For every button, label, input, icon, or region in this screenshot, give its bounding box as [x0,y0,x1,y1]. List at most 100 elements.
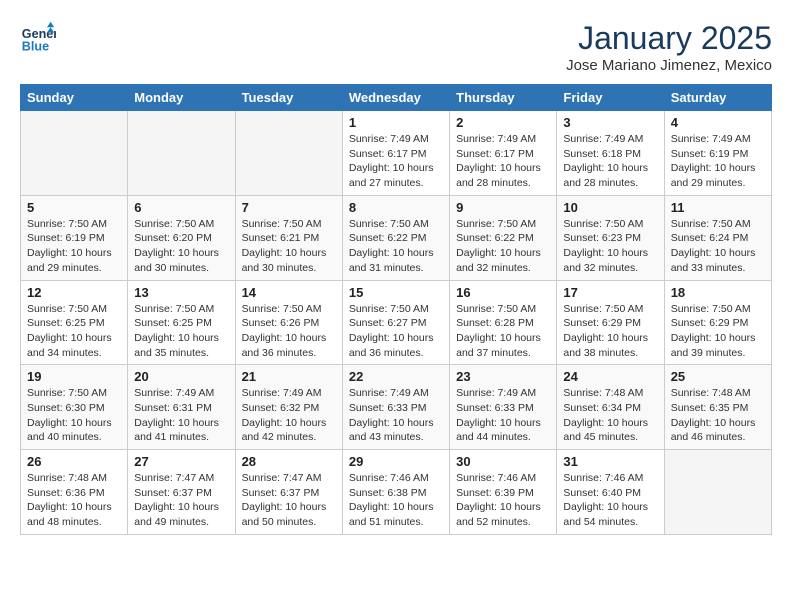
day-number: 29 [349,454,443,469]
day-number: 22 [349,369,443,384]
day-number: 2 [456,115,550,130]
page-header: General Blue January 2025 Jose Mariano J… [20,20,772,74]
day-cell: 14 Sunrise: 7:50 AM Sunset: 6:26 PM Dayli… [235,280,342,365]
day-number: 14 [242,285,336,300]
day-cell: 18Sunrise: 7:50 AM Sunset: 6:29 PM Dayli… [664,280,771,365]
day-info: Sunrise: 7:49 AM Sunset: 6:17 PM Dayligh… [349,132,443,191]
day-number: 25 [671,369,765,384]
day-info: Sunrise: 7:49 AM Sunset: 6:33 PM Dayligh… [456,386,550,445]
day-info: Sunrise: 7:50 AM Sunset: 6:28 PM Dayligh… [456,302,550,361]
day-number: 13 [134,285,228,300]
day-cell [128,111,235,196]
day-number: 28 [242,454,336,469]
day-cell: 6Sunrise: 7:50 AM Sunset: 6:20 PM Daylig… [128,195,235,280]
day-number: 10 [563,200,657,215]
day-info: Sunrise: 7:50 AM Sunset: 6:30 PM Dayligh… [27,386,121,445]
calendar-table: SundayMondayTuesdayWednesdayThursdayFrid… [20,84,772,535]
col-header-thursday: Thursday [450,85,557,111]
svg-text:Blue: Blue [22,40,49,54]
day-info: Sunrise: 7:49 AM Sunset: 6:17 PM Dayligh… [456,132,550,191]
day-cell: 16Sunrise: 7:50 AM Sunset: 6:28 PM Dayli… [450,280,557,365]
logo-icon: General Blue [20,20,56,56]
day-cell: 13 Sunrise: 7:50 AM Sunset: 6:25 PM Dayli… [128,280,235,365]
day-number: 6 [134,200,228,215]
day-info: Sunrise: 7:48 AM Sunset: 6:35 PM Dayligh… [671,386,765,445]
header-row: SundayMondayTuesdayWednesdayThursdayFrid… [21,85,772,111]
day-info: Sunrise: 7:49 AM Sunset: 6:19 PM Dayligh… [671,132,765,191]
day-cell: 7 Sunrise: 7:50 AM Sunset: 6:21 PM Daylig… [235,195,342,280]
day-info: Sunrise: 7:49 AM Sunset: 6:18 PM Dayligh… [563,132,657,191]
col-header-wednesday: Wednesday [342,85,449,111]
day-number: 4 [671,115,765,130]
title-block: January 2025 Jose Mariano Jimenez, Mexic… [566,20,772,74]
day-number: 19 [27,369,121,384]
day-info: Sunrise: 7:50 AM Sunset: 6:26 PM Dayligh… [242,302,336,361]
day-info: Sunrise: 7:47 AM Sunset: 6:37 PM Dayligh… [134,471,228,530]
day-info: Sunrise: 7:46 AM Sunset: 6:38 PM Dayligh… [349,471,443,530]
day-cell: 26 Sunrise: 7:48 AM Sunset: 6:36 PM Dayli… [21,450,128,535]
day-cell [235,111,342,196]
day-cell: 25 Sunrise: 7:48 AM Sunset: 6:35 PM Dayli… [664,365,771,450]
day-cell: 23 Sunrise: 7:49 AM Sunset: 6:33 PM Dayli… [450,365,557,450]
day-cell: 19 Sunrise: 7:50 AM Sunset: 6:30 PM Dayli… [21,365,128,450]
day-info: Sunrise: 7:49 AM Sunset: 6:31 PM Dayligh… [134,386,228,445]
day-number: 31 [563,454,657,469]
day-cell: 12 Sunrise: 7:50 AM Sunset: 6:25 PM Dayli… [21,280,128,365]
day-cell: 3Sunrise: 7:49 AM Sunset: 6:18 PM Daylig… [557,111,664,196]
day-number: 26 [27,454,121,469]
day-info: Sunrise: 7:50 AM Sunset: 6:22 PM Dayligh… [456,217,550,276]
day-cell: 17Sunrise: 7:50 AM Sunset: 6:29 PM Dayli… [557,280,664,365]
week-row-2: 5Sunrise: 7:50 AM Sunset: 6:19 PM Daylig… [21,195,772,280]
location-subtitle: Jose Mariano Jimenez, Mexico [566,57,772,74]
day-number: 27 [134,454,228,469]
day-cell: 22 Sunrise: 7:49 AM Sunset: 6:33 PM Dayli… [342,365,449,450]
day-number: 8 [349,200,443,215]
day-cell: 27 Sunrise: 7:47 AM Sunset: 6:37 PM Dayli… [128,450,235,535]
day-cell: 29 Sunrise: 7:46 AM Sunset: 6:38 PM Dayli… [342,450,449,535]
day-number: 23 [456,369,550,384]
day-info: Sunrise: 7:50 AM Sunset: 6:25 PM Dayligh… [134,302,228,361]
day-cell: 9Sunrise: 7:50 AM Sunset: 6:22 PM Daylig… [450,195,557,280]
day-number: 30 [456,454,550,469]
day-number: 12 [27,285,121,300]
day-number: 21 [242,369,336,384]
day-info: Sunrise: 7:50 AM Sunset: 6:21 PM Dayligh… [242,217,336,276]
day-number: 1 [349,115,443,130]
day-cell: 24 Sunrise: 7:48 AM Sunset: 6:34 PM Dayli… [557,365,664,450]
col-header-monday: Monday [128,85,235,111]
day-info: Sunrise: 7:50 AM Sunset: 6:27 PM Dayligh… [349,302,443,361]
week-row-1: 1 Sunrise: 7:49 AM Sunset: 6:17 PM Daylig… [21,111,772,196]
week-row-4: 19 Sunrise: 7:50 AM Sunset: 6:30 PM Dayli… [21,365,772,450]
day-number: 7 [242,200,336,215]
day-info: Sunrise: 7:48 AM Sunset: 6:34 PM Dayligh… [563,386,657,445]
day-cell: 28 Sunrise: 7:47 AM Sunset: 6:37 PM Dayli… [235,450,342,535]
day-cell: 11 Sunrise: 7:50 AM Sunset: 6:24 PM Dayli… [664,195,771,280]
day-cell: 31Sunrise: 7:46 AM Sunset: 6:40 PM Dayli… [557,450,664,535]
col-header-tuesday: Tuesday [235,85,342,111]
day-cell: 8Sunrise: 7:50 AM Sunset: 6:22 PM Daylig… [342,195,449,280]
day-cell: 2 Sunrise: 7:49 AM Sunset: 6:17 PM Daylig… [450,111,557,196]
day-info: Sunrise: 7:48 AM Sunset: 6:36 PM Dayligh… [27,471,121,530]
day-cell: 15Sunrise: 7:50 AM Sunset: 6:27 PM Dayli… [342,280,449,365]
day-info: Sunrise: 7:50 AM Sunset: 6:24 PM Dayligh… [671,217,765,276]
week-row-3: 12 Sunrise: 7:50 AM Sunset: 6:25 PM Dayli… [21,280,772,365]
day-info: Sunrise: 7:50 AM Sunset: 6:29 PM Dayligh… [563,302,657,361]
day-cell: 20Sunrise: 7:49 AM Sunset: 6:31 PM Dayli… [128,365,235,450]
day-number: 11 [671,200,765,215]
day-number: 5 [27,200,121,215]
logo: General Blue [20,20,56,56]
day-info: Sunrise: 7:49 AM Sunset: 6:33 PM Dayligh… [349,386,443,445]
week-row-5: 26 Sunrise: 7:48 AM Sunset: 6:36 PM Dayli… [21,450,772,535]
col-header-saturday: Saturday [664,85,771,111]
month-title: January 2025 [566,20,772,57]
day-cell [664,450,771,535]
day-info: Sunrise: 7:50 AM Sunset: 6:25 PM Dayligh… [27,302,121,361]
day-info: Sunrise: 7:46 AM Sunset: 6:39 PM Dayligh… [456,471,550,530]
day-cell: 4 Sunrise: 7:49 AM Sunset: 6:19 PM Daylig… [664,111,771,196]
day-number: 24 [563,369,657,384]
day-info: Sunrise: 7:47 AM Sunset: 6:37 PM Dayligh… [242,471,336,530]
day-cell [21,111,128,196]
day-cell: 10Sunrise: 7:50 AM Sunset: 6:23 PM Dayli… [557,195,664,280]
day-cell: 5Sunrise: 7:50 AM Sunset: 6:19 PM Daylig… [21,195,128,280]
day-info: Sunrise: 7:49 AM Sunset: 6:32 PM Dayligh… [242,386,336,445]
